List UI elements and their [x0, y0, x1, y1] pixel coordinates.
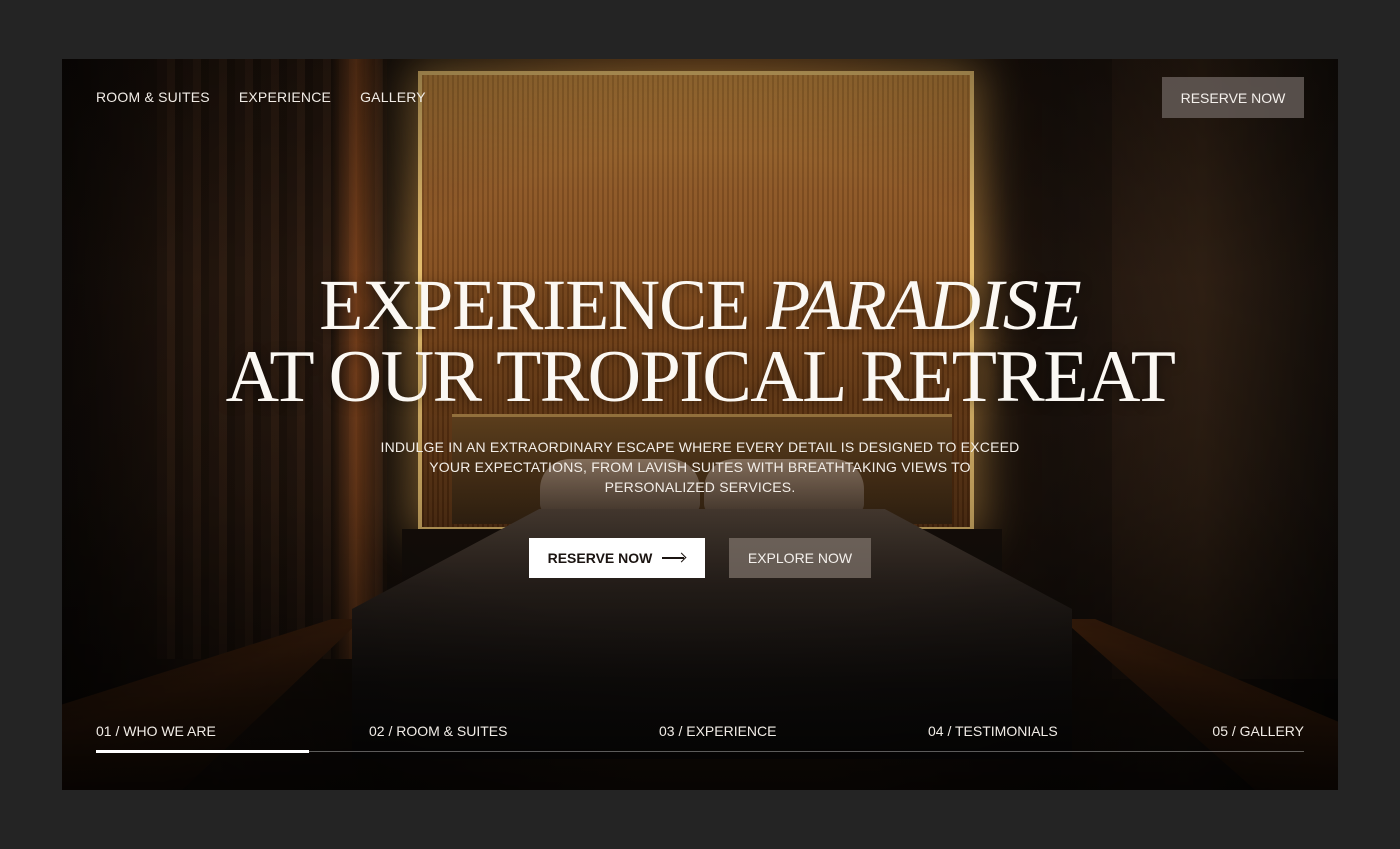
reserve-now-button[interactable]: RESERVE NOW: [529, 538, 705, 578]
nav-link-room-suites[interactable]: ROOM & SUITES: [96, 89, 210, 105]
section-tab-experience[interactable]: 03 / EXPERIENCE: [659, 723, 777, 739]
hero-title-line1: EXPERIENCE PARADISE: [319, 265, 1082, 345]
top-nav: ROOM & SUITES EXPERIENCE GALLERY: [96, 89, 426, 105]
reserve-now-label: RESERVE NOW: [547, 550, 653, 566]
section-tab-testimonials[interactable]: 04 / TESTIMONIALS: [928, 723, 1058, 739]
explore-now-button[interactable]: EXPLORE NOW: [729, 538, 871, 578]
nav-link-gallery[interactable]: GALLERY: [360, 89, 426, 105]
hero-title-line2: AT OUR TROPICAL RETREAT: [225, 336, 1176, 418]
arrow-right-icon: [662, 553, 686, 563]
hero-title-italic: PARADISE: [766, 265, 1082, 345]
section-tab-room-suites[interactable]: 02 / ROOM & SUITES: [369, 723, 507, 739]
nav-link-experience[interactable]: EXPERIENCE: [239, 89, 331, 105]
hero-subtitle: INDULGE IN AN EXTRAORDINARY ESCAPE WHERE…: [380, 439, 1020, 495]
hero-frame: ROOM & SUITES EXPERIENCE GALLERY RESERVE…: [62, 59, 1338, 790]
section-tab-who-we-are[interactable]: 01 / WHO WE ARE: [96, 723, 216, 739]
hero-title: EXPERIENCE PARADISE AT OUR TROPICAL RETR…: [62, 265, 1338, 418]
section-navigation: 01 / WHO WE ARE 02 / ROOM & SUITES 03 / …: [96, 723, 1304, 755]
header-reserve-button[interactable]: RESERVE NOW: [1162, 77, 1304, 118]
section-tab-gallery[interactable]: 05 / GALLERY: [1212, 723, 1304, 739]
section-progress-fill: [96, 750, 309, 753]
hotel-bedroom-photo: [62, 59, 1338, 790]
